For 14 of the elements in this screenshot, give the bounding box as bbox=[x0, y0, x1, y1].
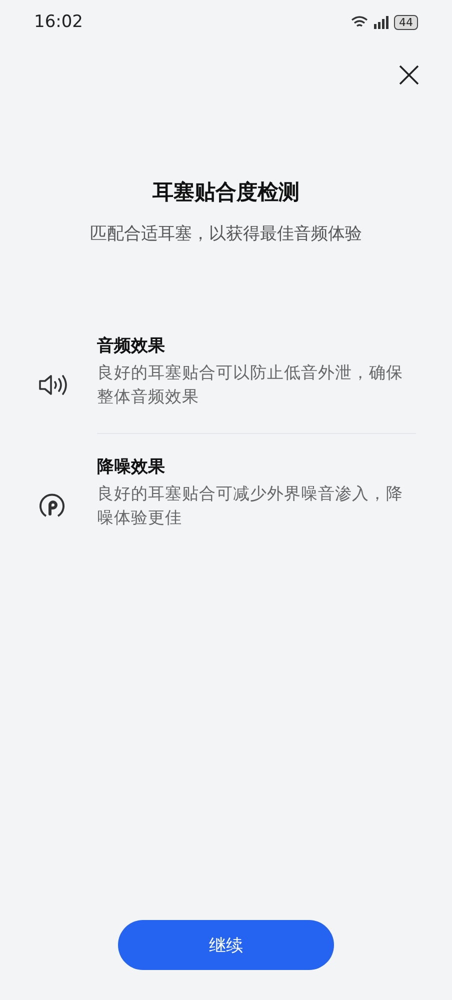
status-time: 16:02 bbox=[34, 12, 84, 32]
wifi-icon bbox=[351, 15, 368, 29]
signal-icon bbox=[373, 16, 389, 28]
battery-level: 44 bbox=[394, 14, 418, 30]
feature-title: 降噪效果 bbox=[97, 456, 166, 479]
close-button[interactable] bbox=[398, 64, 420, 86]
close-icon bbox=[398, 64, 420, 86]
continue-button[interactable]: 继续 bbox=[118, 920, 334, 970]
page-title: 耳塞贴合度检测 bbox=[152, 179, 300, 206]
feature-description: 良好的耳塞贴合可减少外界噪音渗入，降噪体验更佳 bbox=[97, 483, 404, 529]
speaker-icon bbox=[38, 374, 68, 396]
page-subtitle: 匹配合适耳塞，以获得最佳音频体验 bbox=[89, 223, 363, 245]
feature-description: 良好的耳塞贴合可以防止低音外泄，确保整体音频效果 bbox=[97, 362, 404, 408]
feature-title: 音频效果 bbox=[97, 335, 166, 358]
